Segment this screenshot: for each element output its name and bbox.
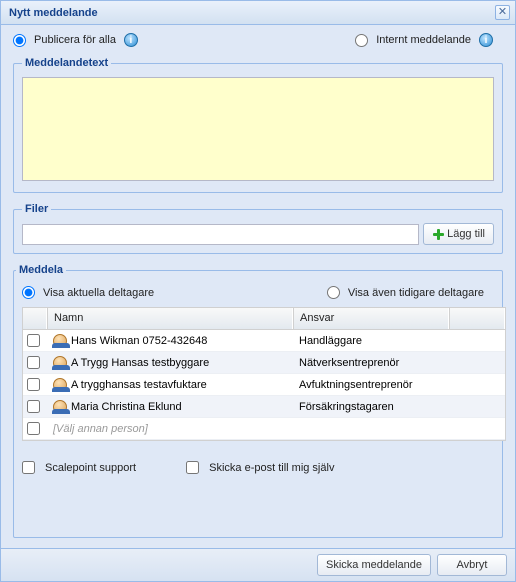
info-icon[interactable]: i bbox=[479, 33, 493, 47]
person-icon bbox=[53, 400, 67, 414]
row-name: Maria Christina Eklund bbox=[71, 401, 182, 413]
close-icon: ✕ bbox=[498, 7, 507, 18]
email-self-label: Skicka e-post till mig själv bbox=[209, 462, 334, 474]
table-row[interactable]: A Trygg Hansas testbyggare Nätverksentre… bbox=[23, 352, 505, 374]
info-icon[interactable]: i bbox=[124, 33, 138, 47]
row-role: Avfuktningsentreprenör bbox=[293, 379, 449, 391]
row-role: Nätverksentreprenör bbox=[293, 357, 449, 369]
internal-radio[interactable] bbox=[355, 34, 368, 47]
show-current-radio[interactable] bbox=[22, 286, 35, 299]
dialog-title: Nytt meddelande bbox=[9, 7, 98, 19]
scalepoint-label: Scalepoint support bbox=[45, 462, 136, 474]
col-header-role[interactable]: Ansvar bbox=[293, 308, 449, 329]
placeholder-row-text: [Välj annan person] bbox=[53, 423, 148, 435]
email-self-checkbox[interactable] bbox=[186, 461, 199, 474]
send-label: Skicka meddelande bbox=[326, 559, 422, 571]
add-file-label: Lägg till bbox=[447, 228, 485, 240]
show-current-label: Visa aktuella deltagare bbox=[43, 287, 154, 299]
row-checkbox[interactable] bbox=[27, 356, 40, 369]
message-textarea[interactable] bbox=[22, 77, 494, 181]
cancel-button[interactable]: Avbryt bbox=[437, 554, 507, 576]
col-header-blank bbox=[449, 308, 505, 329]
dialog: Nytt meddelande ✕ Publicera för alla i I… bbox=[0, 0, 516, 582]
files-fieldset: Filer Lägg till bbox=[13, 203, 503, 254]
plus-icon bbox=[432, 228, 444, 240]
person-icon bbox=[53, 378, 67, 392]
notify-fieldset: Meddela Visa aktuella deltagare Visa äve… bbox=[13, 264, 503, 538]
row-checkbox[interactable] bbox=[27, 334, 40, 347]
table-row[interactable]: A trygghansas testavfuktare Avfuktningse… bbox=[23, 374, 505, 396]
person-icon bbox=[53, 334, 67, 348]
files-legend: Filer bbox=[22, 203, 51, 215]
scalepoint-checkbox[interactable] bbox=[22, 461, 35, 474]
publish-mode-row: Publicera för alla i Internt meddelande … bbox=[13, 33, 503, 47]
options-row: Scalepoint support Skicka e-post till mi… bbox=[22, 461, 500, 474]
email-self-option[interactable]: Skicka e-post till mig själv bbox=[186, 461, 334, 474]
row-role: Försäkringstagaren bbox=[293, 401, 449, 413]
publish-all-radio[interactable] bbox=[13, 34, 26, 47]
dialog-body: Publicera för alla i Internt meddelande … bbox=[1, 25, 515, 548]
publish-all-label: Publicera för alla bbox=[34, 34, 116, 46]
row-checkbox[interactable] bbox=[27, 378, 40, 391]
row-name: A Trygg Hansas testbyggare bbox=[71, 357, 209, 369]
row-checkbox[interactable] bbox=[27, 400, 40, 413]
participants-table: Namn Ansvar Hans Wikman 0752-432648 Hand… bbox=[22, 307, 506, 441]
message-legend: Meddelandetext bbox=[22, 57, 111, 69]
table-row[interactable]: Maria Christina Eklund Försäkringstagare… bbox=[23, 396, 505, 418]
titlebar: Nytt meddelande ✕ bbox=[1, 1, 515, 25]
send-button[interactable]: Skicka meddelande bbox=[317, 554, 431, 576]
table-row-placeholder[interactable]: [Välj annan person] bbox=[23, 418, 505, 440]
row-role: Handläggare bbox=[293, 335, 449, 347]
close-button[interactable]: ✕ bbox=[495, 5, 510, 20]
file-path-input[interactable] bbox=[22, 224, 419, 245]
message-fieldset: Meddelandetext bbox=[13, 57, 503, 193]
col-header-name[interactable]: Namn bbox=[47, 308, 293, 329]
show-previous-label: Visa även tidigare deltagare bbox=[348, 287, 484, 299]
row-name: A trygghansas testavfuktare bbox=[71, 379, 207, 391]
row-name: Hans Wikman 0752-432648 bbox=[71, 335, 207, 347]
cancel-label: Avbryt bbox=[457, 559, 488, 571]
row-checkbox[interactable] bbox=[27, 422, 40, 435]
person-icon bbox=[53, 356, 67, 370]
internal-label: Internt meddelande bbox=[376, 34, 471, 46]
show-previous-radio[interactable] bbox=[327, 286, 340, 299]
footer: Skicka meddelande Avbryt bbox=[1, 548, 515, 581]
table-row[interactable]: Hans Wikman 0752-432648 Handläggare bbox=[23, 330, 505, 352]
notify-legend: Meddela bbox=[16, 264, 66, 276]
add-file-button[interactable]: Lägg till bbox=[423, 223, 494, 245]
scalepoint-option[interactable]: Scalepoint support bbox=[22, 461, 136, 474]
col-header-checkbox[interactable] bbox=[23, 308, 47, 329]
table-header: Namn Ansvar bbox=[23, 308, 505, 330]
